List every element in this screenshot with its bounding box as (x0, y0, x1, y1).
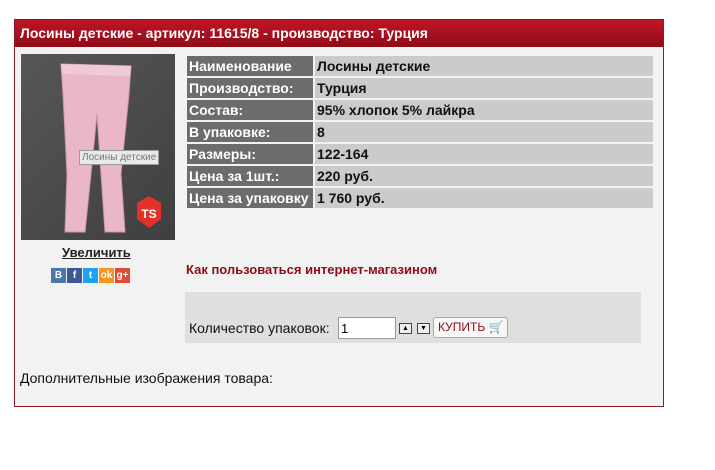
quantity-increase-icon[interactable]: ▲ (399, 323, 412, 334)
vk-icon[interactable]: В (51, 268, 66, 283)
property-key: Состав: (187, 100, 313, 120)
property-value: Турция (315, 78, 653, 98)
table-row: Размеры: 122-164 (187, 144, 653, 164)
product-properties-table: Наименование Лосины детские Производство:… (185, 54, 655, 210)
table-row: Производство: Турция (187, 78, 653, 98)
table-row: Цена за упаковку 1 760 руб. (187, 188, 653, 208)
facebook-icon[interactable]: f (67, 268, 82, 283)
property-value: 8 (315, 122, 653, 142)
product-title: Лосины детские - артикул: 11615/8 - прои… (15, 20, 663, 47)
twitter-icon[interactable]: t (83, 268, 98, 283)
how-to-use-shop-link[interactable]: Как пользоваться интернет-магазином (186, 262, 437, 277)
quantity-input[interactable] (338, 317, 396, 339)
buy-button[interactable]: КУПИТЬ 🛒 (433, 317, 509, 338)
property-key: В упаковке: (187, 122, 313, 142)
table-row: Цена за 1шт.: 220 руб. (187, 166, 653, 186)
svg-text:TS: TS (141, 207, 156, 221)
buy-box: Количество упаковок: ▲ ▼ КУПИТЬ 🛒 (185, 292, 641, 343)
property-value: 220 руб. (315, 166, 653, 186)
table-row: Наименование Лосины детские (187, 56, 653, 76)
product-image[interactable]: Лосины детские TS (21, 54, 175, 240)
property-value: 95% хлопок 5% лайкра (315, 100, 653, 120)
ts-logo-icon: TS (137, 196, 161, 228)
cart-icon: 🛒 (485, 320, 504, 334)
product-panel: Лосины детские - артикул: 11615/8 - прои… (14, 19, 664, 407)
image-caption: Лосины детские (79, 150, 160, 165)
table-row: Состав: 95% хлопок 5% лайкра (187, 100, 653, 120)
zoom-link[interactable]: Увеличить (62, 245, 131, 260)
property-key: Размеры: (187, 144, 313, 164)
property-key: Производство: (187, 78, 313, 98)
odnoklassniki-icon[interactable]: ok (99, 268, 114, 283)
buy-button-label: КУПИТЬ (438, 320, 486, 334)
property-key: Наименование (187, 56, 313, 76)
property-key: Цена за 1шт.: (187, 166, 313, 186)
social-share-bar: В f t ok g+ (51, 268, 130, 283)
property-value: Лосины детские (315, 56, 653, 76)
additional-images-label: Дополнительные изображения товара: (20, 370, 273, 386)
quantity-label: Количество упаковок: (189, 320, 330, 336)
quantity-decrease-icon[interactable]: ▼ (417, 323, 430, 334)
property-key: Цена за упаковку (187, 188, 313, 208)
property-value: 122-164 (315, 144, 653, 164)
googleplus-icon[interactable]: g+ (115, 268, 130, 283)
table-row: В упаковке: 8 (187, 122, 653, 142)
property-value: 1 760 руб. (315, 188, 653, 208)
